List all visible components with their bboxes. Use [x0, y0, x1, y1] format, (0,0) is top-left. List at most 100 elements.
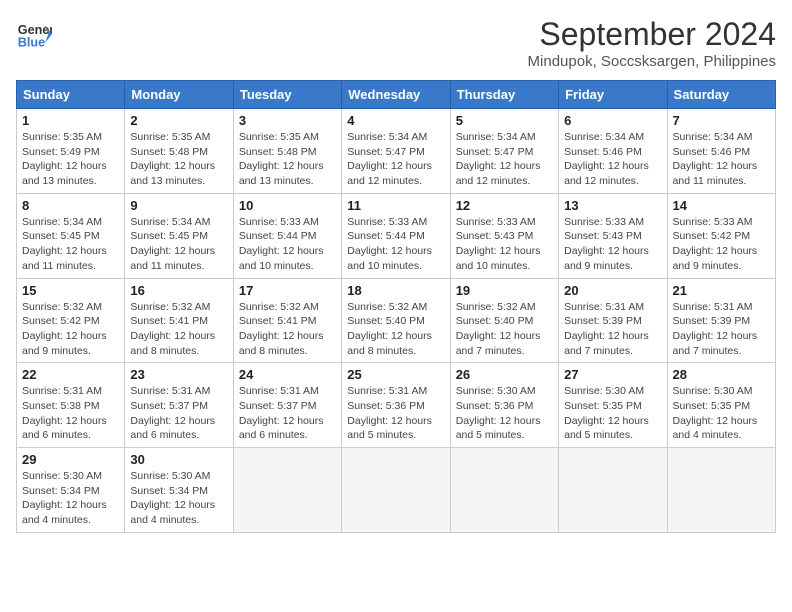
day-info: Sunrise: 5:32 AMSunset: 5:41 PMDaylight:…: [239, 300, 336, 359]
day-info: Sunrise: 5:30 AMSunset: 5:35 PMDaylight:…: [564, 384, 661, 443]
weekday-header-sunday: Sunday: [17, 81, 125, 109]
day-number: 7: [673, 113, 770, 128]
day-number: 9: [130, 198, 227, 213]
day-info: Sunrise: 5:30 AMSunset: 5:36 PMDaylight:…: [456, 384, 553, 443]
day-info: Sunrise: 5:35 AMSunset: 5:48 PMDaylight:…: [239, 130, 336, 189]
day-number: 28: [673, 367, 770, 382]
day-info: Sunrise: 5:32 AMSunset: 5:40 PMDaylight:…: [347, 300, 444, 359]
subtitle: Mindupok, Soccsksargen, Philippines: [528, 53, 776, 70]
calendar-week-row: 8 Sunrise: 5:34 AMSunset: 5:45 PMDaylight…: [17, 193, 776, 278]
day-info: Sunrise: 5:35 AMSunset: 5:49 PMDaylight:…: [22, 130, 119, 189]
day-info: Sunrise: 5:34 AMSunset: 5:47 PMDaylight:…: [456, 130, 553, 189]
main-title: September 2024: [528, 16, 776, 53]
calendar-day-cell: 15 Sunrise: 5:32 AMSunset: 5:42 PMDayligh…: [17, 278, 125, 363]
calendar-week-row: 15 Sunrise: 5:32 AMSunset: 5:42 PMDayligh…: [17, 278, 776, 363]
day-info: Sunrise: 5:34 AMSunset: 5:45 PMDaylight:…: [22, 215, 119, 274]
day-number: 13: [564, 198, 661, 213]
day-number: 22: [22, 367, 119, 382]
day-number: 20: [564, 283, 661, 298]
calendar-day-cell: 28 Sunrise: 5:30 AMSunset: 5:35 PMDayligh…: [667, 363, 775, 448]
day-number: 1: [22, 113, 119, 128]
weekday-header-wednesday: Wednesday: [342, 81, 450, 109]
day-number: 24: [239, 367, 336, 382]
weekday-header-monday: Monday: [125, 81, 233, 109]
day-number: 14: [673, 198, 770, 213]
calendar-day-cell: 4 Sunrise: 5:34 AMSunset: 5:47 PMDaylight…: [342, 109, 450, 194]
calendar-day-cell: 7 Sunrise: 5:34 AMSunset: 5:46 PMDaylight…: [667, 109, 775, 194]
calendar-table: SundayMondayTuesdayWednesdayThursdayFrid…: [16, 80, 776, 533]
calendar-day-cell: 22Sunrise: 5:31 AMSunset: 5:38 PMDayligh…: [17, 363, 125, 448]
calendar-week-row: 29 Sunrise: 5:30 AMSunset: 5:34 PMDayligh…: [17, 448, 776, 533]
day-info: Sunrise: 5:32 AMSunset: 5:40 PMDaylight:…: [456, 300, 553, 359]
calendar-day-cell: 9Sunrise: 5:34 AMSunset: 5:45 PMDaylight…: [125, 193, 233, 278]
calendar-day-cell: 16Sunrise: 5:32 AMSunset: 5:41 PMDayligh…: [125, 278, 233, 363]
weekday-header-thursday: Thursday: [450, 81, 558, 109]
day-number: 4: [347, 113, 444, 128]
day-info: Sunrise: 5:33 AMSunset: 5:42 PMDaylight:…: [673, 215, 770, 274]
calendar-day-cell: 8 Sunrise: 5:34 AMSunset: 5:45 PMDaylight…: [17, 193, 125, 278]
day-info: Sunrise: 5:30 AMSunset: 5:35 PMDaylight:…: [673, 384, 770, 443]
day-info: Sunrise: 5:33 AMSunset: 5:43 PMDaylight:…: [564, 215, 661, 274]
weekday-header-row: SundayMondayTuesdayWednesdayThursdayFrid…: [17, 81, 776, 109]
logo: General Blue: [16, 16, 52, 52]
calendar-day-cell: 6Sunrise: 5:34 AMSunset: 5:46 PMDaylight…: [559, 109, 667, 194]
calendar-day-cell: 11Sunrise: 5:33 AMSunset: 5:44 PMDayligh…: [342, 193, 450, 278]
day-number: 8: [22, 198, 119, 213]
calendar-day-cell: [233, 448, 341, 533]
calendar-day-cell: 20 Sunrise: 5:31 AMSunset: 5:39 PMDayligh…: [559, 278, 667, 363]
day-number: 26: [456, 367, 553, 382]
calendar-day-cell: [342, 448, 450, 533]
calendar-day-cell: 25 Sunrise: 5:31 AMSunset: 5:36 PMDayligh…: [342, 363, 450, 448]
day-number: 11: [347, 198, 444, 213]
day-number: 2: [130, 113, 227, 128]
calendar-week-row: 1 Sunrise: 5:35 AMSunset: 5:49 PMDaylight…: [17, 109, 776, 194]
weekday-header-tuesday: Tuesday: [233, 81, 341, 109]
calendar-day-cell: [559, 448, 667, 533]
calendar-day-cell: 12 Sunrise: 5:33 AMSunset: 5:43 PMDayligh…: [450, 193, 558, 278]
day-number: 29: [22, 452, 119, 467]
calendar-day-cell: 10Sunrise: 5:33 AMSunset: 5:44 PMDayligh…: [233, 193, 341, 278]
day-info: Sunrise: 5:31 AMSunset: 5:37 PMDaylight:…: [130, 384, 227, 443]
calendar-day-cell: 1 Sunrise: 5:35 AMSunset: 5:49 PMDaylight…: [17, 109, 125, 194]
day-info: Sunrise: 5:33 AMSunset: 5:44 PMDaylight:…: [239, 215, 336, 274]
calendar-day-cell: 19Sunrise: 5:32 AMSunset: 5:40 PMDayligh…: [450, 278, 558, 363]
day-info: Sunrise: 5:34 AMSunset: 5:47 PMDaylight:…: [347, 130, 444, 189]
day-number: 30: [130, 452, 227, 467]
calendar-day-cell: 17Sunrise: 5:32 AMSunset: 5:41 PMDayligh…: [233, 278, 341, 363]
day-info: Sunrise: 5:31 AMSunset: 5:39 PMDaylight:…: [564, 300, 661, 359]
calendar-day-cell: 24 Sunrise: 5:31 AMSunset: 5:37 PMDayligh…: [233, 363, 341, 448]
day-info: Sunrise: 5:31 AMSunset: 5:36 PMDaylight:…: [347, 384, 444, 443]
day-info: Sunrise: 5:31 AMSunset: 5:37 PMDaylight:…: [239, 384, 336, 443]
day-number: 3: [239, 113, 336, 128]
calendar-day-cell: [450, 448, 558, 533]
calendar-day-cell: 27Sunrise: 5:30 AMSunset: 5:35 PMDayligh…: [559, 363, 667, 448]
page-header: General Blue September 2024 Mindupok, So…: [16, 16, 776, 70]
day-number: 18: [347, 283, 444, 298]
calendar-day-cell: 29 Sunrise: 5:30 AMSunset: 5:34 PMDayligh…: [17, 448, 125, 533]
day-info: Sunrise: 5:30 AMSunset: 5:34 PMDaylight:…: [22, 469, 119, 528]
day-number: 25: [347, 367, 444, 382]
calendar-week-row: 22Sunrise: 5:31 AMSunset: 5:38 PMDayligh…: [17, 363, 776, 448]
calendar-day-cell: 23Sunrise: 5:31 AMSunset: 5:37 PMDayligh…: [125, 363, 233, 448]
calendar-day-cell: 2 Sunrise: 5:35 AMSunset: 5:48 PMDaylight…: [125, 109, 233, 194]
day-info: Sunrise: 5:35 AMSunset: 5:48 PMDaylight:…: [130, 130, 227, 189]
calendar-day-cell: 5 Sunrise: 5:34 AMSunset: 5:47 PMDaylight…: [450, 109, 558, 194]
weekday-header-friday: Friday: [559, 81, 667, 109]
weekday-header-saturday: Saturday: [667, 81, 775, 109]
day-info: Sunrise: 5:33 AMSunset: 5:43 PMDaylight:…: [456, 215, 553, 274]
day-info: Sunrise: 5:32 AMSunset: 5:42 PMDaylight:…: [22, 300, 119, 359]
svg-text:Blue: Blue: [18, 36, 45, 50]
day-number: 16: [130, 283, 227, 298]
calendar-day-cell: 3 Sunrise: 5:35 AMSunset: 5:48 PMDaylight…: [233, 109, 341, 194]
day-number: 15: [22, 283, 119, 298]
calendar-day-cell: 30Sunrise: 5:30 AMSunset: 5:34 PMDayligh…: [125, 448, 233, 533]
day-info: Sunrise: 5:34 AMSunset: 5:46 PMDaylight:…: [564, 130, 661, 189]
day-number: 21: [673, 283, 770, 298]
logo-icon: General Blue: [16, 16, 52, 52]
calendar-day-cell: 13 Sunrise: 5:33 AMSunset: 5:43 PMDayligh…: [559, 193, 667, 278]
day-info: Sunrise: 5:34 AMSunset: 5:46 PMDaylight:…: [673, 130, 770, 189]
calendar-day-cell: 18 Sunrise: 5:32 AMSunset: 5:40 PMDayligh…: [342, 278, 450, 363]
day-number: 12: [456, 198, 553, 213]
calendar-day-cell: [667, 448, 775, 533]
day-number: 5: [456, 113, 553, 128]
